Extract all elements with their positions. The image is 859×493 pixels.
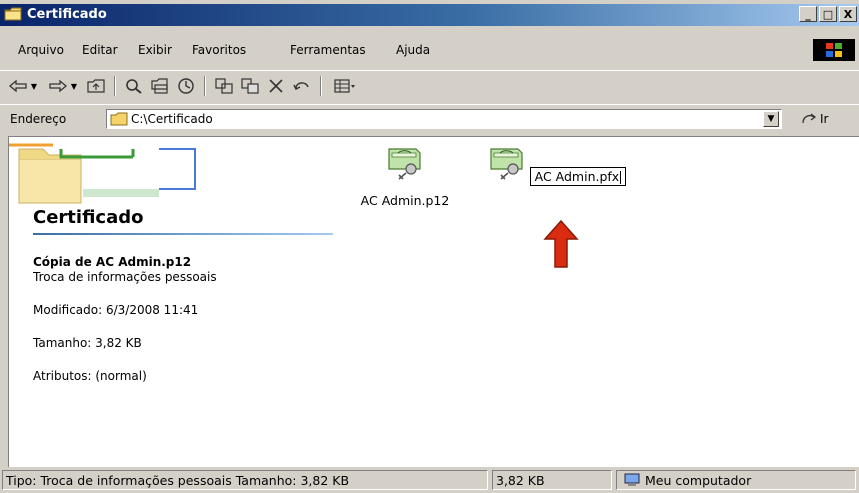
go-icon	[802, 113, 817, 124]
forward-dropdown-icon[interactable]: ▼	[68, 76, 80, 96]
rename-input[interactable]: AC Admin.pfx	[529, 167, 627, 186]
status-bar: Tipo: Troca de informações pessoais Tama…	[0, 468, 859, 493]
address-label: Endereço	[10, 112, 67, 126]
red-arrow-annotation	[543, 219, 579, 268]
up-folder-icon[interactable]	[84, 76, 108, 96]
toolbar: ▼ ▼	[0, 70, 859, 99]
forward-icon[interactable]	[46, 76, 70, 96]
panel-title-underline	[33, 233, 333, 235]
maximize-button[interactable]: □	[819, 6, 837, 22]
close-button[interactable]: X	[839, 6, 857, 22]
certificate-icon	[490, 148, 523, 180]
status-zone-label: Meu computador	[645, 473, 752, 488]
panel-title: Certificado	[33, 207, 144, 228]
windows-logo-icon	[813, 39, 855, 61]
file-item[interactable]: AC Admin.p12	[335, 143, 475, 208]
go-button[interactable]: Ir	[800, 111, 828, 127]
delete-icon[interactable]	[264, 76, 288, 96]
folder-icon	[110, 112, 128, 126]
explorer-window: Certificado _ □ X Arquivo Editar Exibir …	[0, 0, 859, 493]
menu-arquivo[interactable]: Arquivo	[18, 43, 64, 57]
search-icon[interactable]	[122, 76, 146, 96]
selected-file-name: Cópia de AC Admin.p12	[33, 255, 192, 269]
menu-ferramentas[interactable]: Ferramentas	[290, 43, 366, 57]
history-icon[interactable]	[174, 76, 198, 96]
back-icon[interactable]	[6, 76, 30, 96]
toolbar-separator	[320, 76, 322, 96]
address-input[interactable]: C:\Certificado ▼	[106, 109, 782, 129]
selected-file-type: Troca de informações pessoais	[33, 270, 217, 284]
copy-to-icon[interactable]	[238, 76, 262, 96]
file-attributes: Atributos: (normal)	[33, 369, 147, 383]
back-dropdown-icon[interactable]: ▼	[28, 76, 40, 96]
menu-exibir[interactable]: Exibir	[138, 43, 172, 57]
status-zone: Meu computador	[616, 470, 856, 490]
folder-icon	[4, 7, 22, 21]
menu-bar: Arquivo Editar Exibir Favoritos Ferramen…	[0, 40, 859, 60]
title-bar[interactable]: Certificado _ □ X	[0, 4, 859, 26]
file-item-renaming[interactable]: AC Admin.pfx	[487, 143, 627, 186]
address-bar: Endereço C:\Certificado ▼ Ir	[0, 104, 859, 133]
file-label: AC Admin.p12	[360, 193, 450, 208]
minimize-button[interactable]: _	[799, 6, 817, 22]
views-icon[interactable]	[328, 76, 362, 96]
undo-icon[interactable]	[290, 76, 314, 96]
text-caret	[620, 171, 622, 184]
status-info: Tipo: Troca de informações pessoais Tama…	[2, 470, 488, 490]
folders-icon[interactable]	[148, 76, 172, 96]
address-path: C:\Certificado	[131, 112, 213, 126]
modified-date: Modificado: 6/3/2008 11:41	[33, 303, 199, 317]
menu-editar[interactable]: Editar	[82, 43, 118, 57]
window-title: Certificado	[27, 7, 107, 22]
toolbar-separator	[114, 76, 116, 96]
address-dropdown-icon[interactable]: ▼	[763, 111, 779, 127]
computer-icon	[624, 473, 640, 486]
toolbar-separator	[204, 76, 206, 96]
move-to-icon[interactable]	[212, 76, 236, 96]
go-label: Ir	[820, 112, 829, 126]
certificate-icon	[388, 148, 421, 180]
file-size: Tamanho: 3,82 KB	[33, 336, 142, 350]
details-pane: Cópia de AC Admin.p12 Troca de informaçõ…	[33, 255, 217, 384]
status-size: 3,82 KB	[492, 470, 612, 490]
menu-favoritos[interactable]: Favoritos	[192, 43, 246, 57]
file-view[interactable]: Certificado Cópia de AC Admin.p12 Troca …	[8, 136, 859, 467]
menu-ajuda[interactable]: Ajuda	[396, 43, 430, 57]
rename-text: AC Admin.pfx	[534, 169, 620, 184]
